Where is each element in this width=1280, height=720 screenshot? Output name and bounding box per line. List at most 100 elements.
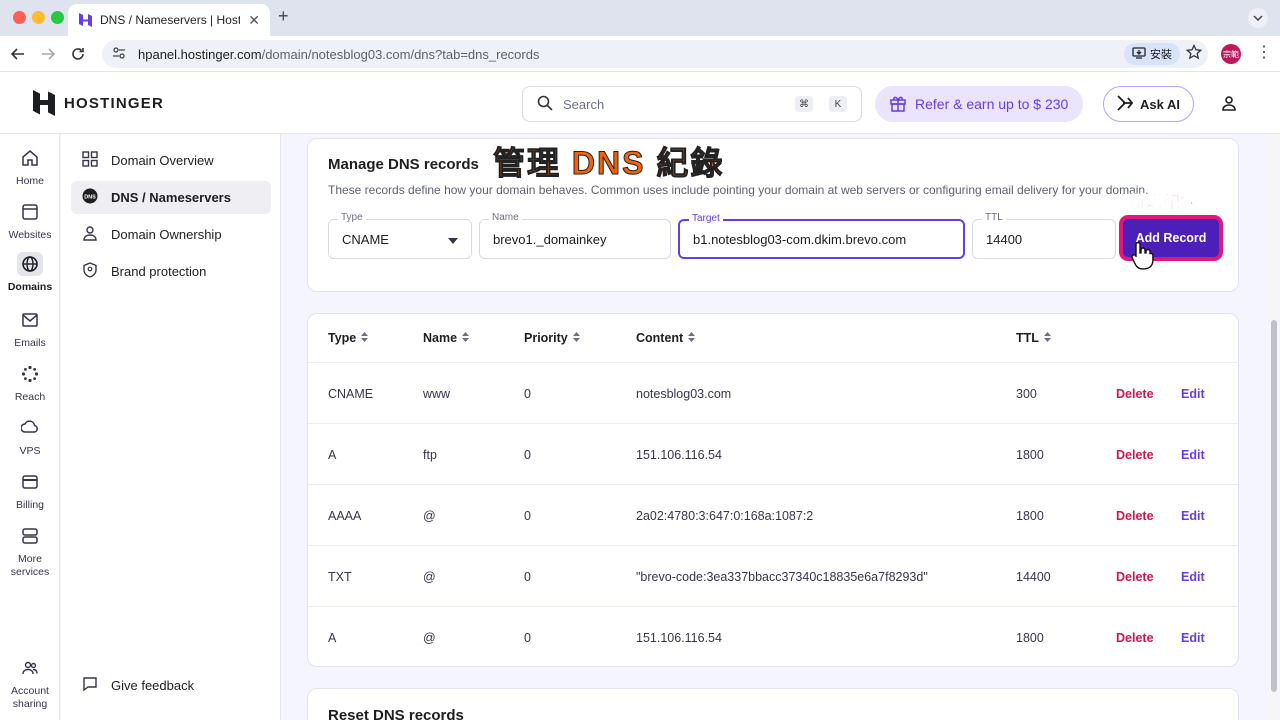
site-info-icon[interactable] <box>112 46 126 62</box>
cell-type: A <box>328 448 337 462</box>
forward-arrow-icon[interactable] <box>38 44 58 64</box>
search-placeholder: Search <box>563 96 605 112</box>
search-box[interactable]: Search ⌘ K <box>522 86 862 122</box>
cell-priority: 0 <box>524 448 531 462</box>
column-header-name[interactable]: Name <box>423 331 470 345</box>
rail-item-more-services[interactable]: More services <box>0 524 60 579</box>
cell-type: TXT <box>328 570 352 584</box>
subnav-item-brand-protection[interactable]: Brand protection <box>71 255 271 288</box>
name-field[interactable]: Name brevo1._domainkey <box>479 212 671 259</box>
edit-button[interactable]: Edit <box>1181 387 1205 401</box>
refer-earn-button[interactable]: Refer & earn up to $ 230 <box>875 86 1083 122</box>
column-header-ttl[interactable]: TTL <box>1016 331 1051 345</box>
minimize-window-button[interactable] <box>32 11 45 24</box>
new-tab-icon[interactable]: + <box>278 6 289 27</box>
type-label: Type <box>338 212 366 223</box>
delete-button[interactable]: Delete <box>1116 448 1154 462</box>
delete-button[interactable]: Delete <box>1116 570 1154 584</box>
shortcut-key-cmd: ⌘ <box>795 96 813 112</box>
cell-content: notesblog03.com <box>636 387 732 401</box>
cell-name: @ <box>423 570 436 584</box>
domain-subnav: Domain Overview DNS DNS / Nameservers Do… <box>61 134 281 720</box>
manage-dns-title: Manage DNS records <box>328 156 479 173</box>
type-value: CNAME <box>342 231 389 247</box>
bookmark-star-icon[interactable] <box>1185 43 1203 63</box>
rail-label: Home <box>15 175 44 187</box>
user-account-icon[interactable] <box>1221 95 1237 114</box>
type-select[interactable]: Type CNAME <box>328 212 472 259</box>
delete-button[interactable]: Delete <box>1116 509 1154 523</box>
ask-ai-button[interactable]: Ask AI <box>1103 86 1194 122</box>
column-header-content[interactable]: Content <box>636 331 696 345</box>
feedback-icon <box>82 676 98 695</box>
subnav-item-domain-overview[interactable]: Domain Overview <box>71 144 271 177</box>
delete-button[interactable]: Delete <box>1116 387 1154 401</box>
sort-icon <box>361 331 369 345</box>
rail-item-websites[interactable]: Websites <box>0 200 60 242</box>
account-sharing-icon <box>17 656 43 680</box>
profile-avatar[interactable]: 宗範 <box>1221 44 1241 64</box>
browser-menu-icon[interactable]: ⋮ <box>1256 45 1272 61</box>
url-host: hpanel.hostinger.com <box>138 46 262 62</box>
rail-label: Reach <box>14 391 46 403</box>
edit-button[interactable]: Edit <box>1181 631 1205 645</box>
rail-item-billing[interactable]: Billing <box>0 470 60 512</box>
reset-dns-title: Reset DNS records <box>328 707 464 720</box>
annotation-manage-dns: 管理 DNS 紀錄 <box>492 145 725 182</box>
header-label: TTL <box>1016 331 1039 345</box>
delete-button[interactable]: Delete <box>1116 631 1154 645</box>
rail-item-reach[interactable]: Reach <box>0 362 60 404</box>
edit-button[interactable]: Edit <box>1181 509 1205 523</box>
browser-tab[interactable]: DNS / Nameservers | Hostinger ✕ <box>68 4 270 36</box>
address-bar[interactable]: hpanel.hostinger.com/domain/notesblog03.… <box>102 40 1208 68</box>
url-text: hpanel.hostinger.com/domain/notesblog03.… <box>138 47 539 62</box>
shield-icon <box>82 262 98 281</box>
browser-tab-bar: DNS / Nameservers | Hostinger ✕ + <box>0 0 1280 36</box>
zoom-window-button[interactable] <box>51 11 64 24</box>
subnav-item-dns-nameservers[interactable]: DNS DNS / Nameservers <box>71 181 271 214</box>
sort-icon <box>1043 331 1051 345</box>
hand-cursor-icon <box>1130 240 1156 273</box>
ai-sparkle-icon <box>1117 94 1134 114</box>
install-app-button[interactable]: 安裝 <box>1124 43 1180 65</box>
vps-icon <box>17 416 43 440</box>
manage-dns-card: Manage DNS records These records define … <box>307 138 1239 292</box>
rail-item-domains[interactable]: Domains <box>0 252 60 294</box>
ask-ai-label: Ask AI <box>1140 96 1180 112</box>
rail-item-account-sharing[interactable]: Account sharing <box>0 656 60 711</box>
shortcut-key-k: K <box>829 96 847 112</box>
cell-content: 2a02:4780:3:647:0:168a:1087:2 <box>636 509 814 523</box>
person-icon <box>82 225 98 244</box>
table-row: A @ 0 151.106.116.54 1800 Delete Edit <box>308 606 1238 667</box>
ttl-field[interactable]: TTL 14400 <box>972 212 1116 259</box>
subnav-label: DNS / Nameservers <box>111 190 231 205</box>
page-scrollbar[interactable] <box>1268 134 1280 720</box>
close-tab-icon[interactable]: ✕ <box>248 12 260 29</box>
rail-item-emails[interactable]: Emails <box>0 308 60 350</box>
close-window-button[interactable] <box>13 11 26 24</box>
hostinger-logo[interactable]: HOSTINGER <box>33 90 164 116</box>
main-nav-rail: Home Websites Domains Emails Reach VPS B… <box>0 134 60 720</box>
target-field[interactable]: Target b1.notesblog03-com.dkim.brevo.com <box>678 213 965 259</box>
feedback-label: Give feedback <box>111 678 195 693</box>
column-header-type[interactable]: Type <box>328 331 369 345</box>
rail-item-vps[interactable]: VPS <box>0 416 60 458</box>
column-header-priority[interactable]: Priority <box>524 331 580 345</box>
rail-label: More services <box>10 553 50 578</box>
grid-icon <box>82 151 98 170</box>
rail-item-home[interactable]: Home <box>0 146 60 188</box>
subnav-item-domain-ownership[interactable]: Domain Ownership <box>71 218 271 251</box>
browser-toolbar: hpanel.hostinger.com/domain/notesblog03.… <box>0 36 1280 72</box>
back-arrow-icon[interactable] <box>8 44 28 64</box>
tab-search-chevron-icon[interactable] <box>1248 8 1268 28</box>
manage-dns-description: These records define how your domain beh… <box>328 183 1149 197</box>
edit-button[interactable]: Edit <box>1181 448 1205 462</box>
table-row: CNAME www 0 notesblog03.com 300 Delete E… <box>308 362 1238 423</box>
edit-button[interactable]: Edit <box>1181 570 1205 584</box>
dns-icon: DNS <box>82 188 98 207</box>
cell-name: ftp <box>423 448 437 462</box>
reload-icon[interactable] <box>68 44 88 64</box>
scrollbar-thumb[interactable] <box>1271 320 1277 692</box>
give-feedback-button[interactable]: Give feedback <box>71 669 271 702</box>
header-label: Priority <box>524 331 568 345</box>
